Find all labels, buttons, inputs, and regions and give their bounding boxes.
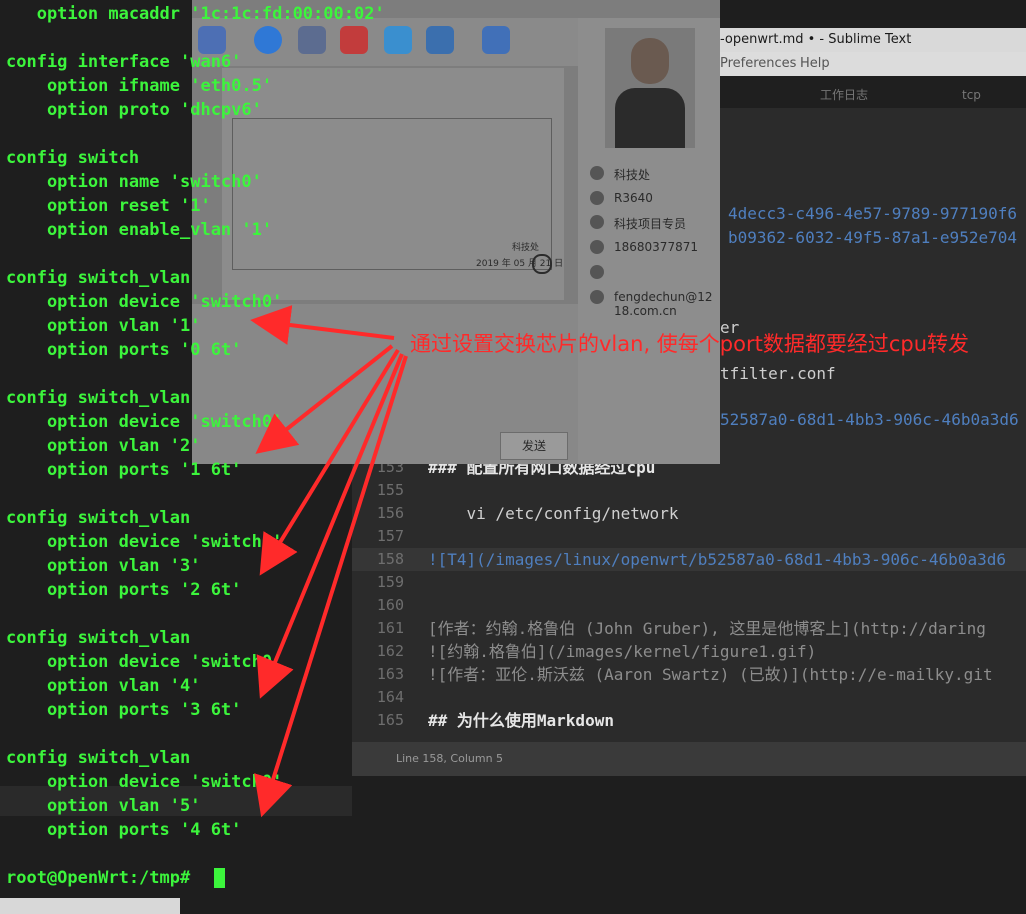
annotation-arrows: [250, 305, 408, 818]
arrow-vlan-1: [250, 305, 395, 345]
arrow-vlan-5: [254, 355, 408, 818]
arrow-vlan-4: [256, 353, 404, 699]
arrow-vlan-3: [259, 348, 400, 576]
annotation-text: 通过设置交换芯片的vlan, 使每个port数据都要经过cpu转发: [410, 332, 970, 356]
arrow-vlan-2: [255, 344, 394, 454]
